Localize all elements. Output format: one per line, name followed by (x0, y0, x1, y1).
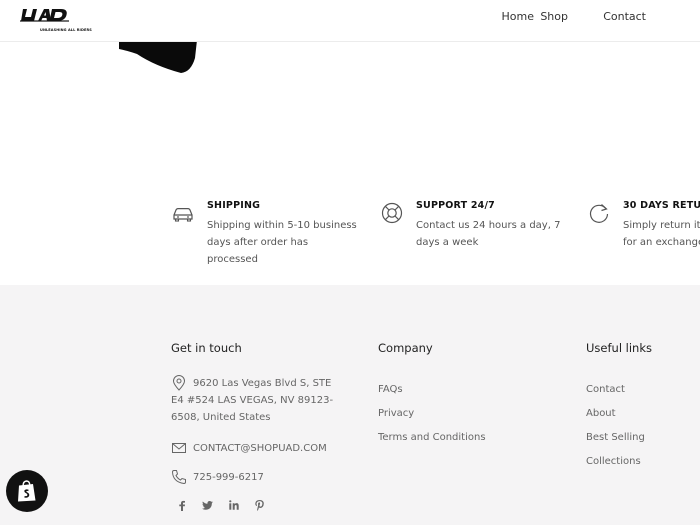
twitter-icon[interactable] (201, 499, 213, 511)
feature-text: Simply return it within 30 days for an e… (623, 220, 700, 248)
footer-link-about[interactable]: About (586, 402, 700, 426)
email-text: CONTACT@SHOPUAD.COM (193, 443, 327, 454)
footer-phone[interactable]: 725-999-6217 (171, 469, 361, 486)
page: UNLEASHING ALL RIDERS Home Shop Contact … (0, 0, 700, 525)
shopify-badge[interactable] (6, 470, 48, 512)
mail-icon (172, 443, 186, 453)
lifebuoy-icon (381, 202, 403, 224)
nav-home[interactable]: Home (502, 10, 534, 23)
shopify-bag-icon (18, 480, 36, 502)
product-image (119, 40, 197, 73)
nav-shop[interactable]: Shop (540, 10, 568, 23)
footer-address: 9620 Las Vegas Blvd S, STE E4 #524 LAS V… (171, 375, 346, 426)
car-icon (173, 208, 193, 222)
footer-col-title: Get in touch (171, 341, 242, 355)
logo-mark-icon (20, 9, 69, 22)
feature-text: Shipping within 5-10 business days after… (207, 220, 357, 265)
feature-title: 30 DAYS RETURN (623, 200, 700, 211)
footer-col-title: Company (378, 341, 433, 355)
footer-link-terms[interactable]: Terms and Conditions (378, 426, 558, 450)
refresh-icon (589, 204, 609, 223)
footer-link-privacy[interactable]: Privacy (378, 402, 558, 426)
company-links: FAQs Privacy Terms and Conditions (378, 378, 558, 450)
features-strip: SHIPPING Shipping within 5-10 business d… (0, 190, 700, 285)
useful-links: Contact About Best Selling Collections (586, 378, 700, 474)
feature-text: Contact us 24 hours a day, 7 days a week (416, 220, 561, 248)
footer-col-contact: Get in touch 9620 Las Vegas Blvd S, STE … (171, 341, 361, 485)
site-header: UNLEASHING ALL RIDERS Home Shop Contact (0, 0, 700, 42)
phone-text: 725-999-6217 (193, 472, 264, 483)
nav-contact[interactable]: Contact (603, 10, 646, 23)
footer-link-faqs[interactable]: FAQs (378, 378, 558, 402)
map-pin-icon (172, 375, 186, 391)
footer-link-best-selling[interactable]: Best Selling (586, 426, 700, 450)
logo-tagline: UNLEASHING ALL RIDERS (40, 28, 92, 32)
footer-link-contact[interactable]: Contact (586, 378, 700, 402)
phone-icon (171, 470, 186, 485)
feature-title: SHIPPING (207, 200, 261, 211)
pinterest-icon[interactable] (253, 499, 265, 511)
feature-returns: 30 DAYS RETURN Simply return it within 3… (587, 198, 700, 288)
facebook-icon[interactable] (176, 499, 188, 511)
footer-col-useful: Useful links Contact About Best Selling … (586, 341, 700, 474)
site-logo[interactable]: UNLEASHING ALL RIDERS (20, 8, 92, 32)
footer-col-company: Company FAQs Privacy Terms and Condition… (378, 341, 558, 450)
site-footer: Get in touch 9620 Las Vegas Blvd S, STE … (0, 285, 700, 525)
feature-title: SUPPORT 24/7 (416, 200, 495, 211)
footer-link-collections[interactable]: Collections (586, 450, 700, 474)
footer-col-title: Useful links (586, 341, 653, 355)
linkedin-icon[interactable] (228, 499, 240, 511)
footer-email[interactable]: CONTACT@SHOPUAD.COM (171, 440, 361, 457)
main-nav: Home Shop Contact (486, 10, 646, 26)
address-text: 9620 Las Vegas Blvd S, STE E4 #524 LAS V… (171, 378, 334, 423)
